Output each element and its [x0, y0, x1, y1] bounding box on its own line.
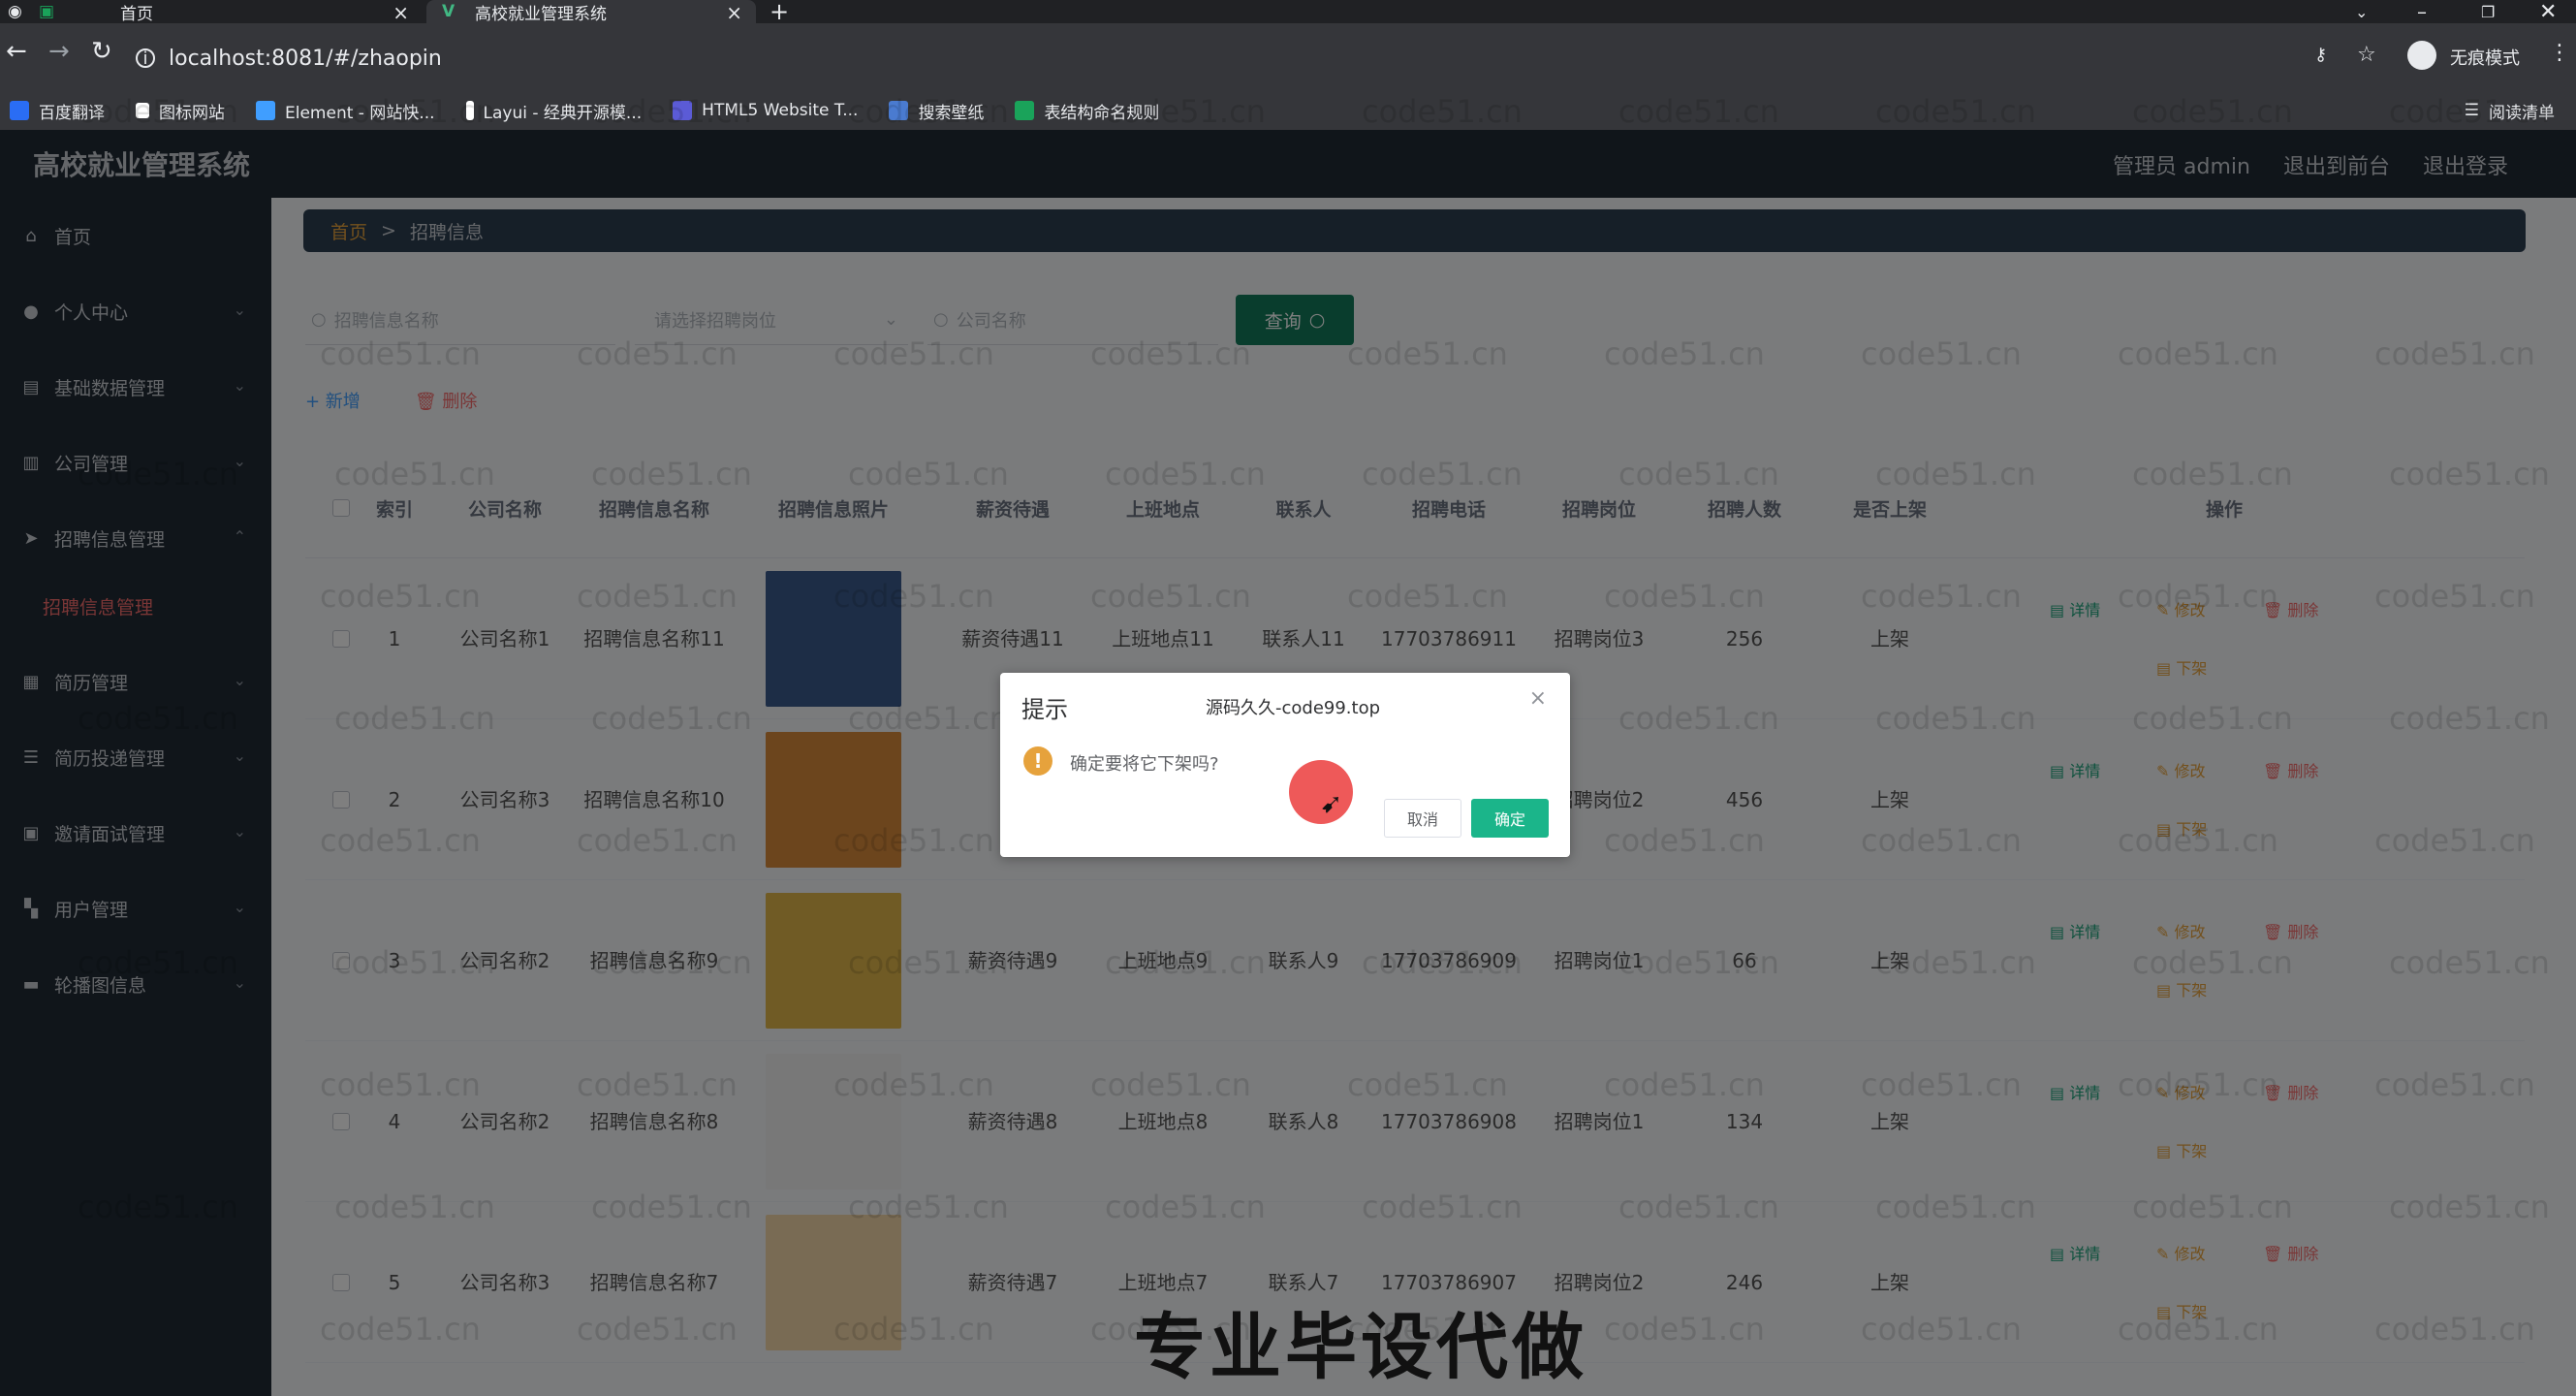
bookmark-label: 图标网站 [159, 103, 225, 123]
back-icon[interactable]: ← [6, 37, 27, 66]
incognito-icon [2407, 41, 2436, 70]
forward-icon[interactable]: → [48, 37, 70, 66]
mouse-cursor-icon: ➹ [1320, 787, 1343, 819]
reading-list-label: 阅读清单 [2489, 103, 2555, 123]
bookmark-label: Layui - 经典开源模... [483, 103, 643, 123]
bookmark[interactable]: Layui - 经典开源模... [465, 99, 643, 123]
close-tab-icon[interactable]: × [726, 1, 742, 24]
vue-icon: V [442, 2, 456, 21]
tab-app[interactable]: V 高校就业管理系统 × [426, 0, 756, 24]
bookmark[interactable]: Element - 网站快... [256, 99, 435, 123]
close-window-icon[interactable]: ✕ [2539, 0, 2557, 24]
bookmark-label: 百度翻译 [39, 103, 105, 123]
star-icon[interactable]: ☆ [2357, 43, 2376, 67]
warning-icon: ! [1023, 746, 1052, 776]
dialog-title: 提示 [1021, 696, 1068, 723]
bookmark-icon [256, 101, 275, 120]
bookmark-label: HTML5 Website T... [702, 101, 859, 120]
bookmark-icon [1015, 101, 1035, 120]
address-bar[interactable]: i localhost:8081/#/zhaopin [136, 31, 2268, 85]
browser-toolbar: ← → ↻ i localhost:8081/#/zhaopin ⚷ ☆ 无痕模… [0, 23, 2576, 95]
close-tab-icon[interactable]: × [393, 1, 409, 24]
reading-list[interactable]: ☰ 阅读清单 [2465, 99, 2555, 123]
video-caption: 专业毕设代做 [1134, 1306, 1587, 1389]
url-text[interactable]: localhost:8081/#/zhaopin [169, 47, 442, 71]
bookmark-label: Element - 网站快... [285, 103, 435, 123]
new-tab-button[interactable]: + [770, 0, 793, 25]
bookmark-icon [465, 101, 474, 120]
confirm-button[interactable]: 确定 [1471, 799, 1549, 838]
tab-home[interactable]: 首页 × [64, 0, 423, 24]
bookmark-icon [10, 101, 29, 120]
chrome-icon: ◉ [8, 2, 22, 21]
tab-label: 首页 [120, 4, 153, 24]
menu-dots-icon[interactable]: ⋮ [2549, 41, 2570, 65]
bookmark[interactable]: 表结构命名规则 [1015, 99, 1159, 123]
confirm-dialog: 提示 源码久久-code99.top × ! 确定要将它下架吗? 取消 确定 [1000, 673, 1570, 857]
reload-icon[interactable]: ↻ [91, 37, 112, 66]
bookmark[interactable]: 百度翻译 [10, 99, 105, 123]
close-icon[interactable]: × [1529, 686, 1547, 711]
tab-label: 高校就业管理系统 [475, 4, 607, 24]
bookmark[interactable]: 搜索壁纸 [889, 99, 984, 123]
flag-icon [136, 103, 149, 118]
dialog-source-text: 源码久久-code99.top [1206, 698, 1381, 718]
bookmark-label: 搜索壁纸 [918, 103, 985, 123]
bookmark[interactable]: HTML5 Website T... [673, 101, 858, 120]
browser-tab-bar: ◉ ▣ 首页 × V 高校就业管理系统 × + ⌄ – ❐ ✕ [0, 0, 2576, 25]
tab-search-icon[interactable]: ⌄ [2355, 0, 2368, 23]
restore-icon[interactable]: ❐ [2481, 0, 2495, 23]
dialog-message: 确定要将它下架吗? [1070, 754, 1219, 775]
cancel-button[interactable]: 取消 [1384, 799, 1461, 838]
bookmark[interactable]: 图标网站 [136, 99, 225, 123]
bookmark-icon [889, 101, 909, 120]
info-icon[interactable]: i [136, 48, 155, 69]
minimize-icon[interactable]: – [2417, 0, 2427, 23]
bookmarks-bar: 百度翻译 图标网站 Element - 网站快... Layui - 经典开源模… [0, 91, 2576, 130]
key-icon[interactable]: ⚷ [2314, 45, 2327, 65]
incognito-label[interactable]: 无痕模式 [2450, 45, 2520, 70]
sheets-icon[interactable]: ▣ [39, 0, 58, 23]
bookmark-icon [673, 101, 693, 120]
bookmark-label: 表结构命名规则 [1044, 103, 1160, 123]
reading-list-icon: ☰ [2464, 101, 2479, 120]
